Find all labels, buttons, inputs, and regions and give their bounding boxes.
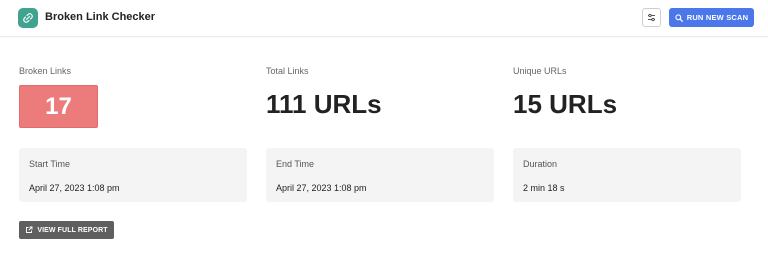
broken-link-icon [18,8,38,28]
duration-value: 2 min 18 s [523,183,565,193]
external-link-icon [25,226,33,234]
start-time-card: Start Time April 27, 2023 1:08 pm [19,148,247,202]
settings-sliders-icon [647,13,656,22]
end-time-card: End Time April 27, 2023 1:08 pm [266,148,494,202]
duration-card: Duration 2 min 18 s [513,148,741,202]
view-full-report-button[interactable]: VIEW FULL REPORT [19,221,114,239]
view-full-report-label: VIEW FULL REPORT [37,226,108,234]
total-links-value: 111 URLs [266,89,382,119]
end-time-label: End Time [276,159,315,169]
broken-links-count: 17 [19,85,98,128]
broken-links-label: Broken Links [19,66,72,76]
unique-urls-value: 15 URLs [513,89,618,119]
unique-urls-label: Unique URLs [513,66,567,76]
total-links-label: Total Links [266,66,309,76]
duration-label: Duration [523,159,558,169]
start-time-value: April 27, 2023 1:08 pm [29,183,120,193]
end-time-value: April 27, 2023 1:08 pm [276,183,367,193]
top-bar: Broken Link Checker RUN NEW SCAN [0,0,768,37]
run-new-scan-label: RUN NEW SCAN [686,13,749,22]
search-icon [675,13,683,22]
run-new-scan-button[interactable]: RUN NEW SCAN [669,8,754,27]
settings-button[interactable] [642,8,661,27]
start-time-label: Start Time [29,159,71,169]
app-title: Broken Link Checker [45,11,156,23]
